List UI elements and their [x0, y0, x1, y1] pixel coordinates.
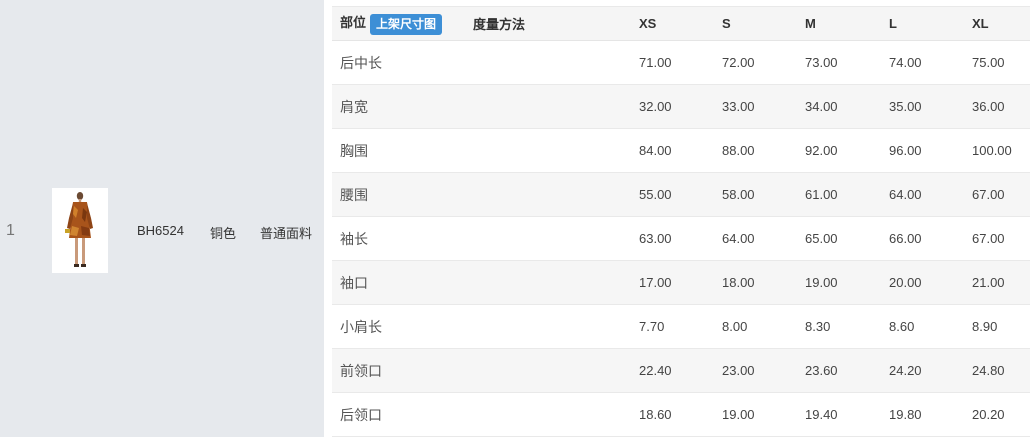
- table-header-row: 部位 上架尺寸图 度量方法 XS S M L XL: [332, 6, 1030, 41]
- header-size-s: S: [714, 6, 797, 41]
- measurement-value: 19.00: [714, 392, 797, 437]
- measurement-value: 88.00: [714, 128, 797, 173]
- measurement-value: 8.90: [964, 304, 1030, 349]
- measurement-part: 后领口: [332, 392, 465, 437]
- measurement-part: 胸围: [332, 128, 465, 173]
- measurement-value: 63.00: [631, 216, 714, 261]
- header-size-xl: XL: [964, 6, 1030, 41]
- listing-size-chart-button[interactable]: 上架尺寸图: [370, 13, 443, 35]
- size-table: 部位 上架尺寸图 度量方法 XS S M L XL 后中长 71.00 72.00 73…: [332, 6, 1030, 437]
- measurement-value: 74.00: [881, 40, 964, 85]
- size-table-body: 后中长 71.00 72.00 73.00 74.00 75.00 肩宽 32.00 33.00…: [332, 40, 1030, 437]
- measurement-part: 前领口: [332, 348, 465, 393]
- measurement-value: 33.00: [714, 84, 797, 129]
- measurement-part: 袖长: [332, 216, 465, 261]
- measurement-value: 19.00: [797, 260, 881, 305]
- measurement-value: 35.00: [881, 84, 964, 129]
- measurement-part: 后中长: [332, 40, 465, 85]
- table-row: 胸围 84.00 88.00 92.00 96.00 100.00: [332, 128, 1030, 173]
- measurement-value: 64.00: [881, 172, 964, 217]
- measurement-value: 96.00: [881, 128, 964, 173]
- measurement-method: [465, 392, 631, 437]
- measurement-value: 34.00: [797, 84, 881, 129]
- product-color: 铜色: [210, 226, 237, 241]
- measurement-value: 67.00: [964, 216, 1030, 261]
- measurement-value: 7.70: [631, 304, 714, 349]
- header-part: 部位 上架尺寸图: [332, 6, 465, 41]
- measurement-value: 8.60: [881, 304, 964, 349]
- header-size-xs: XS: [631, 6, 714, 41]
- measurement-value: 24.20: [881, 348, 964, 393]
- measurement-method: [465, 348, 631, 393]
- measurement-part: 袖口: [332, 260, 465, 305]
- measurement-part: 小肩长: [332, 304, 465, 349]
- size-chart-panel: 部位 上架尺寸图 度量方法 XS S M L XL 后中长 71.00 72.00 73…: [332, 6, 1030, 437]
- measurement-value: 75.00: [964, 40, 1030, 85]
- measurement-value: 22.40: [631, 348, 714, 393]
- measurement-method: [465, 128, 631, 173]
- measurement-value: 58.00: [714, 172, 797, 217]
- measurement-value: 24.80: [964, 348, 1030, 393]
- measurement-value: 73.00: [797, 40, 881, 85]
- table-row: 袖口 17.00 18.00 19.00 20.00 21.00: [332, 260, 1030, 305]
- measurement-value: 84.00: [631, 128, 714, 173]
- table-row: 袖长 63.00 64.00 65.00 66.00 67.00: [332, 216, 1030, 261]
- measurement-value: 92.00: [797, 128, 881, 173]
- product-code: BH6524: [137, 223, 184, 238]
- measurement-value: 21.00: [964, 260, 1030, 305]
- table-row: 后中长 71.00 72.00 73.00 74.00 75.00: [332, 40, 1030, 85]
- measurement-method: [465, 84, 631, 129]
- measurement-value: 8.00: [714, 304, 797, 349]
- measurement-part: 肩宽: [332, 84, 465, 129]
- header-part-label: 部位: [340, 15, 367, 31]
- measurement-method: [465, 40, 631, 85]
- table-row: 肩宽 32.00 33.00 34.00 35.00 36.00: [332, 84, 1030, 129]
- measurement-value: 17.00: [631, 260, 714, 305]
- header-size-l: L: [881, 6, 964, 41]
- measurement-part: 腰围: [332, 172, 465, 217]
- measurement-value: 23.60: [797, 348, 881, 393]
- measurement-value: 55.00: [631, 172, 714, 217]
- table-row: 前领口 22.40 23.00 23.60 24.20 24.80: [332, 348, 1030, 393]
- row-number: 1: [6, 222, 15, 239]
- measurement-value: 18.60: [631, 392, 714, 437]
- measurement-value: 71.00: [631, 40, 714, 85]
- header-size-m: M: [797, 6, 881, 41]
- measurement-value: 18.00: [714, 260, 797, 305]
- measurement-value: 100.00: [964, 128, 1030, 173]
- measurement-value: 32.00: [631, 84, 714, 129]
- dress-model-image: [52, 188, 108, 273]
- measurement-value: 66.00: [881, 216, 964, 261]
- product-thumbnail[interactable]: [52, 188, 108, 273]
- measurement-value: 61.00: [797, 172, 881, 217]
- product-fabric: 普通面料: [260, 226, 313, 241]
- table-row: 小肩长 7.70 8.00 8.30 8.60 8.90: [332, 304, 1030, 349]
- measurement-method: [465, 260, 631, 305]
- measurement-value: 20.20: [964, 392, 1030, 437]
- measurement-value: 8.30: [797, 304, 881, 349]
- measurement-value: 19.80: [881, 392, 964, 437]
- measurement-value: 67.00: [964, 172, 1030, 217]
- table-row: 后领口 18.60 19.00 19.40 19.80 20.20: [332, 392, 1030, 437]
- measurement-value: 65.00: [797, 216, 881, 261]
- measurement-value: 19.40: [797, 392, 881, 437]
- measurement-value: 72.00: [714, 40, 797, 85]
- header-method: 度量方法: [465, 6, 631, 41]
- measurement-value: 23.00: [714, 348, 797, 393]
- measurement-value: 64.00: [714, 216, 797, 261]
- measurement-value: 36.00: [964, 84, 1030, 129]
- measurement-value: 20.00: [881, 260, 964, 305]
- measurement-method: [465, 304, 631, 349]
- table-row: 腰围 55.00 58.00 61.00 64.00 67.00: [332, 172, 1030, 217]
- product-info-panel: 1 BH6524 铜色 普通面料: [0, 0, 324, 437]
- measurement-method: [465, 216, 631, 261]
- measurement-method: [465, 172, 631, 217]
